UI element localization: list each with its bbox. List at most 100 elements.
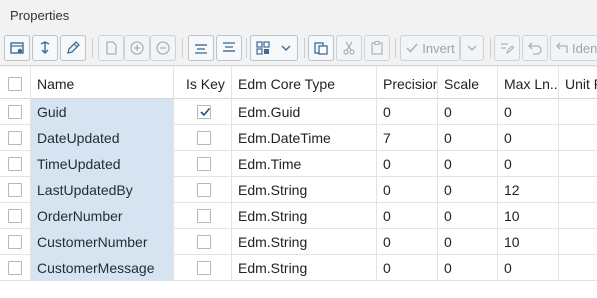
edm-core-type-cell[interactable]: Edm.String	[232, 255, 377, 281]
unit-property-cell[interactable]	[559, 229, 597, 255]
name-cell[interactable]: DateUpdated	[31, 125, 174, 151]
max-length-cell[interactable]: 12	[498, 177, 559, 203]
column-header-scale[interactable]: Scale	[438, 67, 498, 99]
select-all-checkbox[interactable]	[8, 77, 22, 91]
precision-cell[interactable]: 0	[377, 177, 438, 203]
max-length-cell[interactable]: 10	[498, 203, 559, 229]
column-header-is-key[interactable]: Is Key	[174, 67, 232, 99]
scale-cell[interactable]: 0	[438, 125, 498, 151]
select-all-cell[interactable]	[0, 67, 31, 99]
is-key-checkbox[interactable]	[197, 183, 211, 197]
grid-menu-button[interactable]	[250, 35, 298, 61]
column-header-unit-property[interactable]: Unit P	[559, 67, 597, 99]
row-select-cell[interactable]	[0, 203, 31, 229]
name-cell[interactable]: CustomerNumber	[31, 229, 174, 255]
scale-cell[interactable]: 0	[438, 177, 498, 203]
is-key-cell[interactable]	[174, 151, 232, 177]
max-length-cell[interactable]: 0	[498, 255, 559, 281]
table-row[interactable]: OrderNumber Edm.String 0 0 10	[0, 203, 597, 229]
row-select-cell[interactable]	[0, 99, 31, 125]
cut-button[interactable]	[336, 35, 362, 61]
edm-core-type-cell[interactable]: Edm.Time	[232, 151, 377, 177]
row-select-checkbox[interactable]	[8, 157, 22, 171]
unit-property-cell[interactable]	[559, 177, 597, 203]
paste-button[interactable]	[364, 35, 390, 61]
row-select-checkbox[interactable]	[8, 209, 22, 223]
table-row[interactable]: LastUpdatedBy Edm.String 0 0 12	[0, 177, 597, 203]
is-key-checkbox[interactable]	[197, 105, 211, 119]
precision-cell[interactable]: 7	[377, 125, 438, 151]
table-row[interactable]: TimeUpdated Edm.Time 0 0 0	[0, 151, 597, 177]
unit-property-cell[interactable]	[559, 203, 597, 229]
scale-cell[interactable]: 0	[438, 99, 498, 125]
is-key-checkbox[interactable]	[197, 131, 211, 145]
name-cell[interactable]: OrderNumber	[31, 203, 174, 229]
max-length-cell[interactable]: 0	[498, 125, 559, 151]
row-select-checkbox[interactable]	[8, 131, 22, 145]
row-select-cell[interactable]	[0, 177, 31, 203]
unit-property-cell[interactable]	[559, 255, 597, 281]
precision-cell[interactable]: 0	[377, 151, 438, 177]
is-key-checkbox[interactable]	[197, 157, 211, 171]
undo-button[interactable]	[522, 35, 548, 61]
name-cell[interactable]: LastUpdatedBy	[31, 177, 174, 203]
scale-cell[interactable]: 0	[438, 151, 498, 177]
row-select-checkbox[interactable]	[8, 105, 22, 119]
scale-cell[interactable]: 0	[438, 229, 498, 255]
scale-cell[interactable]: 0	[438, 255, 498, 281]
ident-button[interactable]: Iden	[550, 35, 597, 61]
precision-cell[interactable]: 0	[377, 229, 438, 255]
row-select-cell[interactable]	[0, 255, 31, 281]
is-key-checkbox[interactable]	[197, 209, 211, 223]
is-key-cell[interactable]	[174, 203, 232, 229]
edm-core-type-cell[interactable]: Edm.Guid	[232, 99, 377, 125]
is-key-cell[interactable]	[174, 229, 232, 255]
change-button[interactable]	[32, 35, 58, 61]
row-select-cell[interactable]	[0, 125, 31, 151]
edm-core-type-cell[interactable]: Edm.String	[232, 229, 377, 255]
max-length-cell[interactable]: 0	[498, 99, 559, 125]
edit-button[interactable]	[60, 35, 86, 61]
row-select-cell[interactable]	[0, 229, 31, 255]
name-cell[interactable]: TimeUpdated	[31, 151, 174, 177]
table-row[interactable]: CustomerMessage Edm.String 0 0 0	[0, 255, 597, 281]
name-cell[interactable]: Guid	[31, 99, 174, 125]
edm-core-type-cell[interactable]: Edm.String	[232, 177, 377, 203]
scale-cell[interactable]: 0	[438, 203, 498, 229]
copy-button[interactable]	[308, 35, 334, 61]
unit-property-cell[interactable]	[559, 99, 597, 125]
precision-cell[interactable]: 0	[377, 255, 438, 281]
precision-cell[interactable]: 0	[377, 203, 438, 229]
row-select-checkbox[interactable]	[8, 235, 22, 249]
table-row[interactable]: Guid Edm.Guid 0 0 0	[0, 99, 597, 125]
column-header-edm-core-type[interactable]: Edm Core Type	[232, 67, 377, 99]
is-key-cell[interactable]	[174, 99, 232, 125]
max-length-cell[interactable]: 0	[498, 151, 559, 177]
is-key-checkbox[interactable]	[197, 261, 211, 275]
column-header-name[interactable]: Name	[31, 67, 174, 99]
row-select-cell[interactable]	[0, 151, 31, 177]
name-cell[interactable]: CustomerMessage	[31, 255, 174, 281]
is-key-checkbox[interactable]	[197, 235, 211, 249]
edm-core-type-cell[interactable]: Edm.String	[232, 203, 377, 229]
row-select-checkbox[interactable]	[8, 261, 22, 275]
row-select-checkbox[interactable]	[8, 183, 22, 197]
new-button[interactable]	[98, 35, 124, 61]
remove-button[interactable]	[150, 35, 176, 61]
is-key-cell[interactable]	[174, 125, 232, 151]
table-settings-button[interactable]	[4, 35, 30, 61]
table-row[interactable]: CustomerNumber Edm.String 0 0 10	[0, 229, 597, 255]
invert-dropdown-button[interactable]	[460, 35, 484, 61]
align-top-button[interactable]	[188, 35, 214, 61]
edm-core-type-cell[interactable]: Edm.DateTime	[232, 125, 377, 151]
max-length-cell[interactable]: 10	[498, 229, 559, 255]
align-bottom-button[interactable]	[216, 35, 242, 61]
add-button[interactable]	[124, 35, 150, 61]
is-key-cell[interactable]	[174, 255, 232, 281]
precision-cell[interactable]: 0	[377, 99, 438, 125]
pencil-list-button[interactable]	[494, 35, 520, 61]
column-header-precision[interactable]: Precision	[377, 67, 438, 99]
unit-property-cell[interactable]	[559, 151, 597, 177]
table-row[interactable]: DateUpdated Edm.DateTime 7 0 0	[0, 125, 597, 151]
column-header-max-length[interactable]: Max Ln...	[498, 67, 559, 99]
